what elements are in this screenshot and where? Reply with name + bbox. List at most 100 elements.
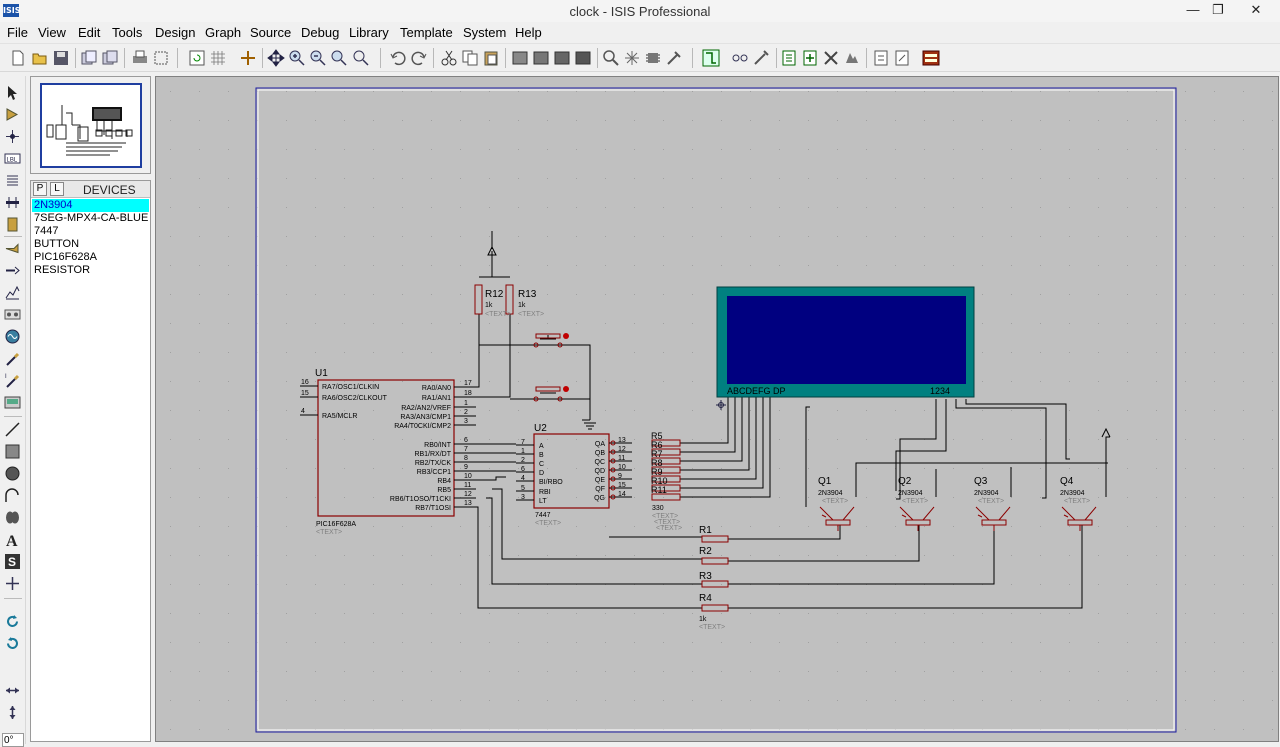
mirror-horizontal-icon[interactable] bbox=[4, 682, 21, 699]
circle-2d-icon[interactable] bbox=[4, 465, 21, 482]
schematic-drawing[interactable]: U1 PIC16F628A <TEXT> 16RA7/OSC1/CLKIN15R… bbox=[156, 77, 1278, 741]
subcircuit-icon[interactable] bbox=[4, 216, 21, 233]
wire-label-icon[interactable]: LBL bbox=[4, 150, 21, 167]
graph-mode-icon[interactable] bbox=[4, 284, 21, 301]
symbols-2d-icon[interactable]: S bbox=[4, 553, 21, 570]
pan-icon[interactable] bbox=[267, 49, 285, 67]
print-area-icon[interactable] bbox=[152, 49, 170, 67]
property-tool-icon[interactable] bbox=[752, 49, 770, 67]
origin-icon[interactable] bbox=[239, 49, 257, 67]
block-rotate-icon[interactable] bbox=[553, 49, 571, 67]
decompose-icon[interactable] bbox=[665, 49, 683, 67]
grid-icon[interactable] bbox=[209, 49, 227, 67]
device-item-2n3904[interactable]: 2N3904 bbox=[32, 199, 149, 212]
import-section-icon[interactable] bbox=[80, 49, 98, 67]
new-file-icon[interactable] bbox=[9, 49, 27, 67]
virtual-instruments-icon[interactable] bbox=[4, 394, 21, 411]
overview-window[interactable] bbox=[30, 76, 151, 174]
open-file-icon[interactable] bbox=[31, 49, 49, 67]
tape-recorder-icon[interactable] bbox=[4, 306, 21, 323]
text-2d-icon[interactable]: A bbox=[4, 531, 21, 548]
remove-sheet-icon[interactable] bbox=[801, 49, 819, 67]
schematic-editing-window[interactable]: U1 PIC16F628A <TEXT> 16 RA7/OSC1/CLKIN 15 R… bbox=[155, 76, 1279, 742]
export-section-icon[interactable] bbox=[101, 49, 119, 67]
wire-autorouter-icon[interactable] bbox=[702, 49, 720, 67]
device-item-button[interactable]: BUTTON bbox=[32, 238, 149, 251]
menu-file[interactable]: File bbox=[7, 25, 28, 40]
menu-template[interactable]: Template bbox=[400, 25, 453, 40]
junction-dot-icon[interactable] bbox=[4, 128, 21, 145]
zoom-out-icon[interactable] bbox=[309, 49, 327, 67]
bus-icon[interactable] bbox=[4, 194, 21, 211]
box-2d-icon[interactable] bbox=[4, 443, 21, 460]
bill-of-materials-icon[interactable] bbox=[843, 49, 861, 67]
exit-to-parent-icon[interactable] bbox=[822, 49, 840, 67]
u2-part: 7447 bbox=[535, 512, 551, 519]
u2-text-field: <TEXT> bbox=[535, 520, 561, 527]
terminals-mode-icon[interactable] bbox=[4, 240, 21, 257]
menu-design[interactable]: Design bbox=[155, 25, 195, 40]
packaging-tool-icon[interactable] bbox=[644, 49, 662, 67]
undo-icon[interactable] bbox=[389, 49, 407, 67]
u2-pin-name: LT bbox=[539, 498, 547, 505]
device-item-pic16f628a[interactable]: PIC16F628A bbox=[32, 251, 149, 264]
voltage-probe-icon[interactable] bbox=[4, 350, 21, 367]
make-device-icon[interactable] bbox=[623, 49, 641, 67]
selection-mode-icon[interactable] bbox=[4, 84, 21, 101]
save-icon[interactable] bbox=[52, 49, 70, 67]
block-copy-icon[interactable] bbox=[511, 49, 529, 67]
rotate-anticlockwise-icon[interactable] bbox=[4, 635, 21, 652]
pick-from-library-button[interactable]: P bbox=[33, 182, 47, 196]
search-tag-icon[interactable] bbox=[731, 49, 749, 67]
menu-system[interactable]: System bbox=[463, 25, 506, 40]
electrical-rule-check-icon[interactable] bbox=[872, 49, 890, 67]
redo-icon[interactable] bbox=[410, 49, 428, 67]
device-item-7seg-mpx4-ca-blue[interactable]: 7SEG-MPX4-CA-BLUE bbox=[32, 212, 149, 225]
device-item-resistor[interactable]: RESISTOR bbox=[32, 264, 149, 277]
device-item-7447[interactable]: 7447 bbox=[32, 225, 149, 238]
block-delete-icon[interactable] bbox=[574, 49, 592, 67]
menu-graph[interactable]: Graph bbox=[205, 25, 241, 40]
r4-value: 1k bbox=[699, 616, 707, 623]
restore-icon[interactable]: ❐ bbox=[1200, 0, 1236, 22]
menu-help[interactable]: Help bbox=[515, 25, 542, 40]
block-move-icon[interactable] bbox=[532, 49, 550, 67]
print-icon[interactable] bbox=[131, 49, 149, 67]
menu-debug[interactable]: Debug bbox=[301, 25, 339, 40]
markers-2d-icon[interactable] bbox=[4, 575, 21, 592]
ares-icon[interactable] bbox=[922, 49, 940, 67]
mirror-vertical-icon[interactable] bbox=[4, 704, 21, 721]
overview-viewport[interactable] bbox=[40, 83, 142, 168]
menu-library[interactable]: Library bbox=[349, 25, 389, 40]
zoom-all-icon[interactable] bbox=[330, 49, 348, 67]
seven-segment-display[interactable]: ABCDEFG DP 1234 bbox=[716, 286, 975, 410]
zoom-in-icon[interactable] bbox=[288, 49, 306, 67]
menu-source[interactable]: Source bbox=[250, 25, 291, 40]
zoom-area-icon[interactable] bbox=[352, 49, 370, 67]
copy-icon[interactable] bbox=[461, 49, 479, 67]
u1-pin-number: 6 bbox=[464, 437, 468, 444]
u2-pin-name: QA bbox=[595, 441, 605, 448]
menu-edit[interactable]: Edit bbox=[78, 25, 100, 40]
close-icon[interactable]: ✕ bbox=[1238, 0, 1274, 22]
paste-icon[interactable] bbox=[482, 49, 500, 67]
redraw-icon[interactable] bbox=[188, 49, 206, 67]
u1-pin-name: RB1/RX/DT bbox=[414, 451, 451, 458]
menu-tools[interactable]: Tools bbox=[112, 25, 142, 40]
device-pins-icon[interactable] bbox=[4, 262, 21, 279]
component-mode-icon[interactable] bbox=[4, 106, 21, 123]
cut-icon[interactable] bbox=[440, 49, 458, 67]
rotation-angle-field[interactable] bbox=[2, 733, 24, 747]
path-2d-icon[interactable] bbox=[4, 509, 21, 526]
menu-view[interactable]: View bbox=[38, 25, 66, 40]
netlist-icon[interactable] bbox=[893, 49, 911, 67]
rotate-clockwise-icon[interactable] bbox=[4, 613, 21, 630]
line-2d-icon[interactable] bbox=[4, 421, 21, 438]
library-manager-button[interactable]: L bbox=[50, 182, 64, 196]
arc-2d-icon[interactable] bbox=[4, 487, 21, 504]
pick-device-icon[interactable] bbox=[602, 49, 620, 67]
text-script-icon[interactable] bbox=[4, 172, 21, 189]
new-sheet-icon[interactable] bbox=[780, 49, 798, 67]
current-probe-icon[interactable]: I bbox=[4, 372, 21, 389]
generator-icon[interactable] bbox=[4, 328, 21, 345]
